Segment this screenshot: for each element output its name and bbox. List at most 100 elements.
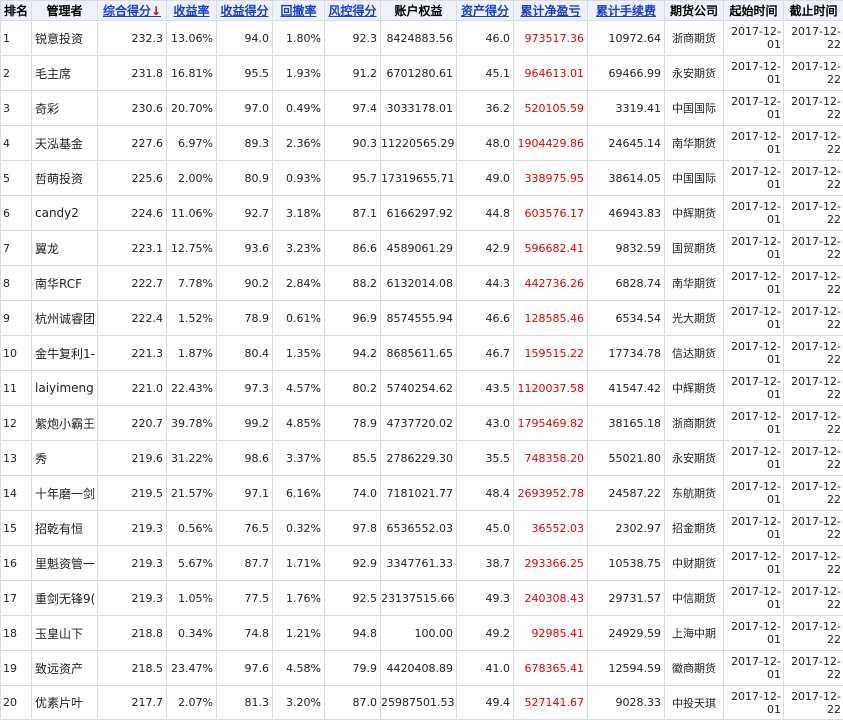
risk-score-cell: 92.3: [325, 21, 381, 56]
manager-cell: laiyimeng: [32, 371, 98, 406]
asset-score-cell: 46.6: [457, 301, 514, 336]
date-year-month: 2017-12-: [784, 620, 841, 633]
net-pnl-cell: 442736.26: [514, 266, 588, 301]
start-date-cell: 2017-12-01: [724, 581, 784, 616]
risk-score-cell: 87.1: [325, 196, 381, 231]
date-day: 22: [784, 248, 841, 261]
drawdown-cell: 4.85%: [273, 406, 325, 441]
net-pnl-cell: 748358.20: [514, 441, 588, 476]
fees-cell: 9028.33: [588, 686, 665, 720]
risk-score-cell: 79.9: [325, 651, 381, 686]
column-header-13: 截止时间: [784, 1, 843, 21]
manager-cell: 毛主席: [32, 56, 98, 91]
asset-score-cell: 43.0: [457, 406, 514, 441]
table-row: 18玉皇山下218.80.34%74.81.21%94.8100.0049.29…: [1, 616, 843, 651]
date-day: 01: [724, 143, 781, 156]
drawdown-cell: 0.93%: [273, 161, 325, 196]
table-row: 14十年磨一剑219.521.57%97.16.16%74.07181021.7…: [1, 476, 843, 511]
asset-score-cell: 43.5: [457, 371, 514, 406]
date-year-month: 2017-12-: [724, 95, 781, 108]
company-cell: 东航期货: [665, 476, 724, 511]
fees-cell: 38165.18: [588, 406, 665, 441]
score-cell: 219.5: [98, 476, 167, 511]
date-year-month: 2017-12-: [784, 445, 841, 458]
risk-score-cell: 88.2: [325, 266, 381, 301]
risk-score-cell: 92.9: [325, 546, 381, 581]
column-header-label: 综合得分: [103, 4, 151, 18]
column-header-7: 账户权益: [381, 1, 457, 21]
date-day: 22: [784, 458, 841, 471]
date-year-month: 2017-12-: [784, 25, 841, 38]
return-score-cell: 90.2: [217, 266, 273, 301]
column-header-10[interactable]: 累计手续费: [588, 1, 665, 21]
company-cell: 招金期货: [665, 511, 724, 546]
return-score-cell: 97.0: [217, 91, 273, 126]
return-score-cell: 76.5: [217, 511, 273, 546]
rank-cell: 3: [1, 91, 32, 126]
column-header-4[interactable]: 收益得分: [217, 1, 273, 21]
date-year-month: 2017-12-: [784, 690, 841, 703]
net-pnl-cell: 527141.67: [514, 686, 588, 720]
net-pnl-cell: 973517.36: [514, 21, 588, 56]
return-score-cell: 80.4: [217, 336, 273, 371]
column-header-3[interactable]: 收益率: [167, 1, 217, 21]
column-header-2[interactable]: 综合得分↓: [98, 1, 167, 21]
date-year-month: 2017-12-: [724, 340, 781, 353]
date-day: 22: [784, 703, 841, 716]
start-date-cell: 2017-12-01: [724, 511, 784, 546]
column-header-label: 累计手续费: [596, 4, 656, 18]
column-header-8[interactable]: 资产得分: [457, 1, 514, 21]
table-row: 10金牛复利1-221.31.87%80.41.35%94.28685611.6…: [1, 336, 843, 371]
score-cell: 218.5: [98, 651, 167, 686]
equity-cell: 100.00: [381, 616, 457, 651]
date-year-month: 2017-12-: [784, 235, 841, 248]
drawdown-cell: 1.80%: [273, 21, 325, 56]
rank-cell: 16: [1, 546, 32, 581]
date-day: 01: [724, 108, 781, 121]
end-date-cell: 2017-12-22: [784, 161, 843, 196]
table-row: 9杭州诚睿团222.41.52%78.90.61%96.98574555.944…: [1, 301, 843, 336]
fees-cell: 17734.78: [588, 336, 665, 371]
fees-cell: 6828.74: [588, 266, 665, 301]
fees-cell: 12594.59: [588, 651, 665, 686]
table-row: 3奇彩230.620.70%97.00.49%97.43033178.0136.…: [1, 91, 843, 126]
drawdown-cell: 2.36%: [273, 126, 325, 161]
equity-cell: 8685611.65: [381, 336, 457, 371]
return-score-cell: 95.5: [217, 56, 273, 91]
start-date-cell: 2017-12-01: [724, 371, 784, 406]
manager-cell: 重剑无锋9(: [32, 581, 98, 616]
rank-cell: 10: [1, 336, 32, 371]
column-header-1: 管理者: [32, 1, 98, 21]
start-date-cell: 2017-12-01: [724, 406, 784, 441]
end-date-cell: 2017-12-22: [784, 546, 843, 581]
date-day: 22: [784, 143, 841, 156]
column-header-5[interactable]: 回撤率: [273, 1, 325, 21]
company-cell: 中投天琪: [665, 686, 724, 720]
rank-cell: 2: [1, 56, 32, 91]
start-date-cell: 2017-12-01: [724, 196, 784, 231]
equity-cell: 23137515.66: [381, 581, 457, 616]
start-date-cell: 2017-12-01: [724, 21, 784, 56]
return-rate-cell: 0.56%: [167, 511, 217, 546]
score-cell: 219.6: [98, 441, 167, 476]
score-cell: 218.8: [98, 616, 167, 651]
end-date-cell: 2017-12-22: [784, 266, 843, 301]
manager-cell: 十年磨一剑: [32, 476, 98, 511]
company-cell: 信达期货: [665, 336, 724, 371]
manager-cell: 金牛复利1-: [32, 336, 98, 371]
return-score-cell: 74.8: [217, 616, 273, 651]
risk-score-cell: 97.4: [325, 91, 381, 126]
column-header-9[interactable]: 累计净盈亏: [514, 1, 588, 21]
end-date-cell: 2017-12-22: [784, 371, 843, 406]
date-year-month: 2017-12-: [724, 235, 781, 248]
rank-cell: 9: [1, 301, 32, 336]
end-date-cell: 2017-12-22: [784, 196, 843, 231]
return-score-cell: 80.9: [217, 161, 273, 196]
manager-cell: 锐意投资: [32, 21, 98, 56]
column-header-label: 管理者: [46, 4, 82, 18]
date-day: 01: [724, 318, 781, 331]
column-header-6[interactable]: 风控得分: [325, 1, 381, 21]
risk-score-cell: 94.8: [325, 616, 381, 651]
sort-arrow-icon: ↓: [151, 4, 161, 18]
date-day: 22: [784, 668, 841, 681]
